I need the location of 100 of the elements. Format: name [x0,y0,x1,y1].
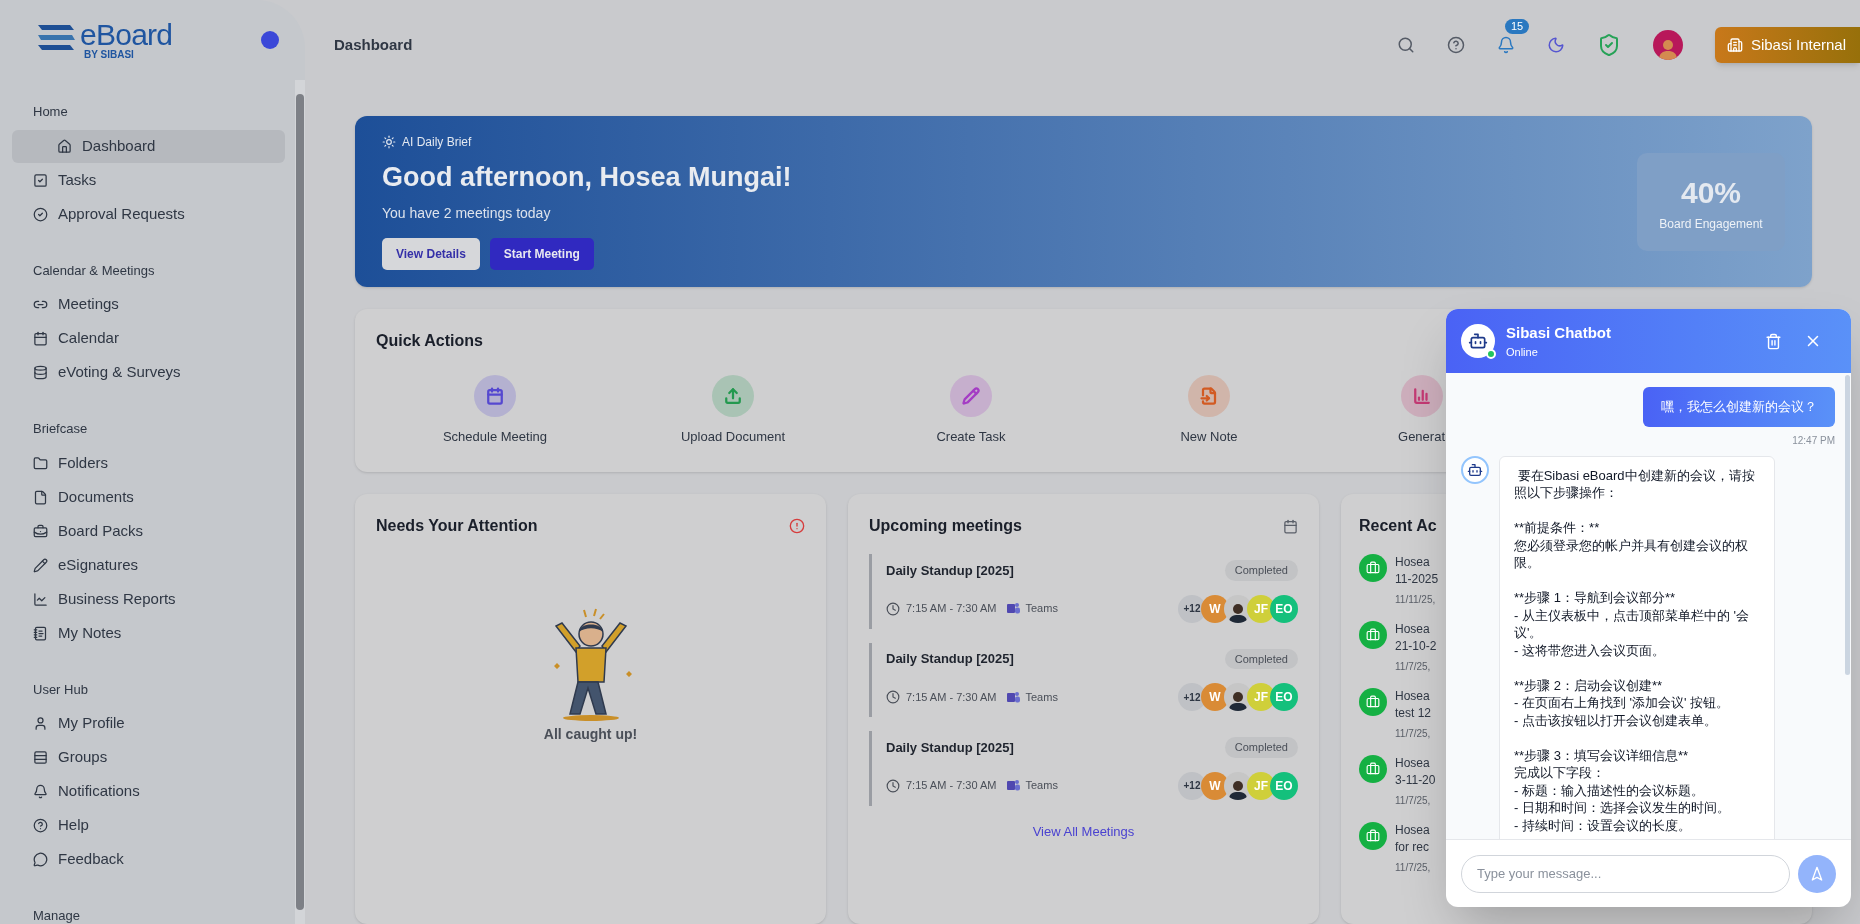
organization-button[interactable]: Sibasi Internal [1714,27,1860,63]
start-meeting-button[interactable]: Start Meeting [489,238,594,271]
meeting-item[interactable]: Daily Standup [2025] Completed 7:15 AM - 7:30 AM Teams +12 W JF EO [869,642,1298,717]
nav-item[interactable]: Calendar [12,322,285,355]
send-button[interactable] [1798,854,1836,893]
nav-item[interactable]: Business Reports [12,582,285,616]
greeting: Good afternoon, Hosea Mungai! [382,160,792,194]
nav-item[interactable]: Tasks [12,163,285,197]
trash-icon[interactable] [1765,332,1782,350]
view-all-link[interactable]: View All Meetings [1032,821,1135,841]
teams-icon [1006,602,1020,615]
bell-icon[interactable] [1496,36,1515,54]
message-time: 12:47 PM [1792,433,1835,448]
nav-item[interactable]: Groups [12,741,285,774]
quick-action[interactable]: Schedule Meeting [442,375,548,447]
attendee-avatar: EO [1270,771,1298,800]
nav-item[interactable]: Help [12,809,285,842]
help-icon[interactable] [1446,36,1465,54]
quick-action[interactable]: New Note [1180,375,1238,447]
section-heading: Home [32,103,69,121]
activity-icon [1359,755,1387,783]
meeting-time: 7:15 AM - 7:30 AM [906,778,997,794]
nav-item[interactable]: Meetings [12,288,285,321]
nav-item[interactable]: My Notes [12,616,285,650]
section-heading: Calendar & Meetings [32,261,156,280]
user-message: 嘿，我怎么创建新的会议？ [1643,387,1835,427]
briefcase-icon [33,523,48,539]
activity-text: Hosea [1395,755,1430,772]
attendee-count: +12 [1178,594,1206,623]
nav-item[interactable]: Board Packs [12,514,285,548]
meeting-platform: Teams [1025,601,1058,617]
rows-icon [33,750,48,765]
clock-icon [886,778,900,793]
scrollbar[interactable] [295,80,305,924]
activity-icon [1359,688,1387,716]
activity-text: 21-10-2 [1395,638,1437,655]
nav-item[interactable]: Documents [12,480,285,514]
house-icon [57,138,72,154]
activity-text: Hosea [1395,822,1430,839]
status-badge: Completed [1224,737,1298,758]
checkbox-icon [33,172,48,188]
nav-item[interactable]: Feedback [12,843,285,876]
status-badge: Completed [1224,648,1298,669]
meeting-title: Daily Standup [2025] [886,738,1014,757]
activity-icon [1359,621,1387,649]
activity-text: test 12 [1395,705,1432,722]
activity-text: 3-11-20 [1395,772,1436,789]
activity-text: Hosea [1395,688,1430,705]
meeting-platform: Teams [1025,778,1058,794]
section-heading: User Hub [32,680,89,699]
search-icon[interactable] [1396,36,1415,54]
meeting-title: Daily Standup [2025] [886,650,1014,668]
activity-time: 11/7/25, [1395,660,1431,674]
engagement-value: 40% [1680,175,1741,212]
meeting-item[interactable]: Daily Standup [2025] Completed 7:15 AM - 7:30 AM Teams +12 W JF EO [869,554,1298,629]
activity-time: 11/7/25, [1395,727,1431,741]
user-avatar[interactable] [1652,30,1683,60]
database-icon [33,365,48,380]
moon-icon[interactable] [1546,36,1565,54]
activity-text: Hosea [1395,554,1430,571]
activity-time: 11/11/25, [1395,593,1436,607]
engagement-label: Board Engagement [1659,216,1763,234]
sun-icon [382,134,396,149]
collapse-button[interactable] [261,31,279,49]
folder-icon [33,455,48,471]
notebook-icon [33,625,48,641]
activity-time: 11/7/25, [1395,861,1431,875]
quick-action[interactable]: Upload Document [680,375,786,447]
teams-icon [1006,779,1020,792]
meeting-item[interactable]: Daily Standup [2025] Completed 7:15 AM - 7:30 AM Teams +12 W JF EO [869,731,1298,806]
logo-tagline: BY SIBASI [84,50,135,60]
brief-subtitle: You have 2 meetings today [382,204,552,224]
meeting-time: 7:15 AM - 7:30 AM [906,601,997,617]
attendee-count: +12 [1178,771,1206,800]
speech-bubble-icon [33,852,48,867]
check-circle-icon [33,206,48,222]
nav-item[interactable]: Dashboard [12,129,285,163]
clock-icon [886,690,900,704]
building-icon [1726,37,1743,53]
meeting-time: 7:15 AM - 7:30 AM [906,689,997,705]
nav-item[interactable]: eVoting & Surveys [12,356,285,389]
nav-item[interactable]: My Profile [12,707,285,740]
nav-item[interactable]: Notifications [12,775,285,808]
details-button[interactable]: View Details [382,238,480,271]
nav-item[interactable]: eSignatures [12,548,285,582]
section-heading: Briefcase [32,420,89,438]
card-title: Recent Ac [1359,516,1437,536]
clock-icon [886,601,900,616]
bot-message: 要在Sibasi eBoard中创建新的会议，请按照以下步骤操作： **前提条件：** 您必须登录您的帐户并具有创建会议的权限。 **步骤 1：导航到会议部分** - 从主仪表板中，点击顶部菜单栏中的 '会议'。 - 这将带您进入会议页面。 **步骤 2：启动会议创建** - 在页面右上角找到 '添加会议' 按钮。 - 点击该按钮以打开会议创建表单。 **步骤 3：填写会议详细信息** 完成以下字段： - 标题：输入描述性的会议标题。 - 日期和时间：选择会议发生的时间。 - 持续时间：设置会议的长度。 [1499,455,1775,839]
nav-item[interactable]: Approval Requests [12,197,285,231]
message-input[interactable]: Type your message... [1461,854,1790,893]
section-heading: Manage [32,907,81,924]
bell-icon [33,784,48,799]
quick-action[interactable]: Create Task [936,375,1006,447]
nav-item[interactable]: Folders [12,446,285,480]
page-title: Dashboard [334,34,413,55]
chat-status: Online [1506,345,1539,360]
attendee-avatar: EO [1270,683,1298,711]
status-badge: Completed [1224,560,1298,581]
card-title: Needs Your Attention [376,516,538,536]
